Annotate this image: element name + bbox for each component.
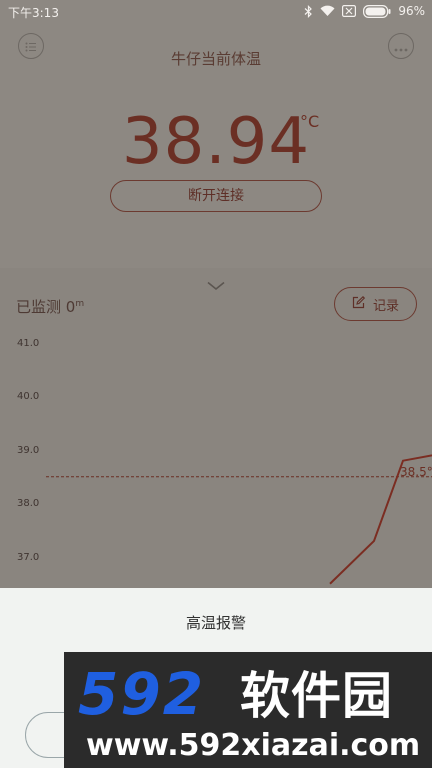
record-button[interactable]: 记录	[334, 287, 417, 321]
watermark: 592 软件园 www.592xiazai.com	[64, 652, 432, 768]
edit-icon	[352, 295, 366, 313]
watermark-name: 软件园	[240, 667, 393, 725]
battery-icon	[363, 4, 391, 18]
current-temperature: 38.94	[121, 105, 311, 179]
monitor-duration-unit: m	[75, 299, 85, 309]
status-time: 下午3:13	[8, 6, 59, 20]
watermark-digits: 592	[78, 660, 206, 728]
temperature-unit: °C	[300, 112, 320, 131]
chevron-down-icon[interactable]	[206, 276, 226, 295]
wifi-icon	[320, 5, 335, 17]
y-tick-label: 41.0	[17, 338, 40, 349]
alert-title: 高温报警	[185, 614, 246, 632]
watermark-url: www.592xiazai.com	[86, 728, 421, 763]
disconnect-button[interactable]: 断开连接	[110, 180, 322, 212]
record-label: 记录	[372, 298, 399, 314]
header-panel: 下午3:13 96% 牛仔当前体温 38.94 °C 断开连接	[0, 0, 432, 268]
more-icon	[394, 37, 408, 56]
sim-off-icon	[342, 5, 357, 17]
status-icons: 96%	[304, 3, 425, 19]
threshold-label: 38.5°	[400, 465, 432, 479]
monitor-duration: 已监测 0m	[16, 296, 84, 317]
more-button[interactable]	[388, 33, 414, 59]
y-tick-label: 37.0	[17, 552, 40, 563]
y-tick-label: 39.0	[17, 445, 40, 456]
monitor-duration-text: 已监测 0	[16, 298, 76, 316]
battery-percent: 96%	[398, 4, 425, 18]
app-screen: 下午3:13 96% 牛仔当前体温 38.94 °C 断开连接 38.5° 已监…	[0, 0, 432, 768]
status-bar: 下午3:13 96%	[0, 0, 432, 24]
y-tick-label: 38.0	[17, 498, 40, 509]
page-title: 牛仔当前体温	[170, 50, 261, 68]
y-tick-label: 40.0	[17, 391, 40, 402]
bluetooth-icon	[304, 4, 313, 18]
